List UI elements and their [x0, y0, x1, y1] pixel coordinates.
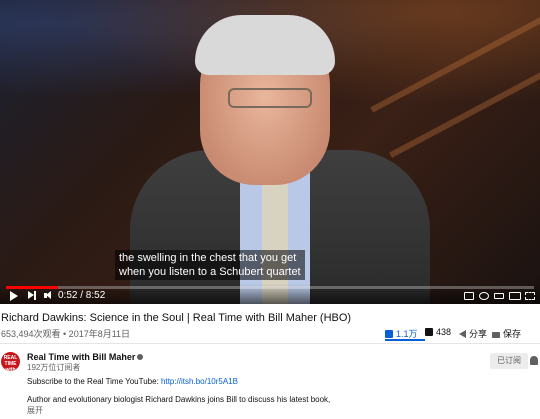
channel-name[interactable]: Real Time with Bill Maher — [27, 352, 144, 362]
save-label: 保存 — [503, 329, 522, 339]
subscribed-button[interactable]: 已订阅 — [490, 353, 528, 369]
section-divider — [0, 343, 540, 344]
progress-fill — [6, 286, 58, 289]
thumbs-up-icon — [385, 330, 393, 338]
save-button[interactable]: 保存 — [492, 327, 521, 340]
view-count-date: 653,494次观看 • 2017年8月11日 — [1, 329, 131, 339]
time-display: 0:52 / 8:52 — [58, 290, 106, 301]
description-line-2: Author and evolutionary biologist Richar… — [27, 395, 331, 404]
speaker-hair — [195, 15, 335, 75]
volume-icon[interactable] — [44, 291, 54, 300]
channel-avatar[interactable]: REAL TIME with BILL MAHER — [1, 352, 20, 371]
thumbs-down-icon — [425, 328, 433, 336]
playlist-add-icon — [492, 332, 500, 338]
speaker-glasses — [228, 88, 312, 108]
verified-check-icon — [137, 354, 144, 360]
dislike-count: 438 — [436, 327, 452, 337]
share-label: 分享 — [469, 329, 488, 339]
like-button[interactable]: 1.1万 — [385, 327, 425, 341]
description-line-1: Subscribe to the Real Time YouTube: http… — [27, 377, 238, 386]
progress-bar[interactable] — [6, 286, 534, 289]
like-count: 1.1万 — [396, 329, 418, 339]
share-button[interactable]: 分享 — [459, 327, 487, 340]
subtitle-caption: the swelling in the chest that you get w… — [115, 250, 305, 280]
settings-gear-icon[interactable] — [479, 292, 489, 300]
sentiment-bar — [385, 339, 425, 341]
notification-bell-icon[interactable] — [530, 356, 538, 365]
subscriber-count: 192万位订阅者 — [27, 363, 81, 372]
subscribe-link[interactable]: http://itsh.bo/10r5A1B — [161, 377, 238, 386]
miniplayer-icon[interactable] — [494, 293, 504, 299]
caption-line-1: the swelling in the chest that you get — [119, 252, 297, 264]
channel-name-text: Real Time with Bill Maher — [27, 352, 136, 362]
theater-mode-icon[interactable] — [509, 292, 521, 300]
subtitles-icon[interactable] — [464, 292, 474, 300]
fullscreen-icon[interactable] — [525, 292, 535, 300]
video-title: Richard Dawkins: Science in the Soul | R… — [1, 312, 352, 324]
show-more-button[interactable]: 展开 — [27, 405, 43, 416]
share-arrow-icon — [459, 330, 466, 338]
caption-line-2: when you listen to a Schubert quartet — [119, 266, 301, 278]
play-icon[interactable] — [10, 291, 18, 301]
subscribe-text: Subscribe to the Real Time YouTube: — [27, 377, 162, 386]
next-icon[interactable] — [28, 291, 38, 300]
video-player[interactable]: the swelling in the chest that you get w… — [0, 0, 540, 304]
dislike-button[interactable]: 438 — [425, 327, 451, 337]
